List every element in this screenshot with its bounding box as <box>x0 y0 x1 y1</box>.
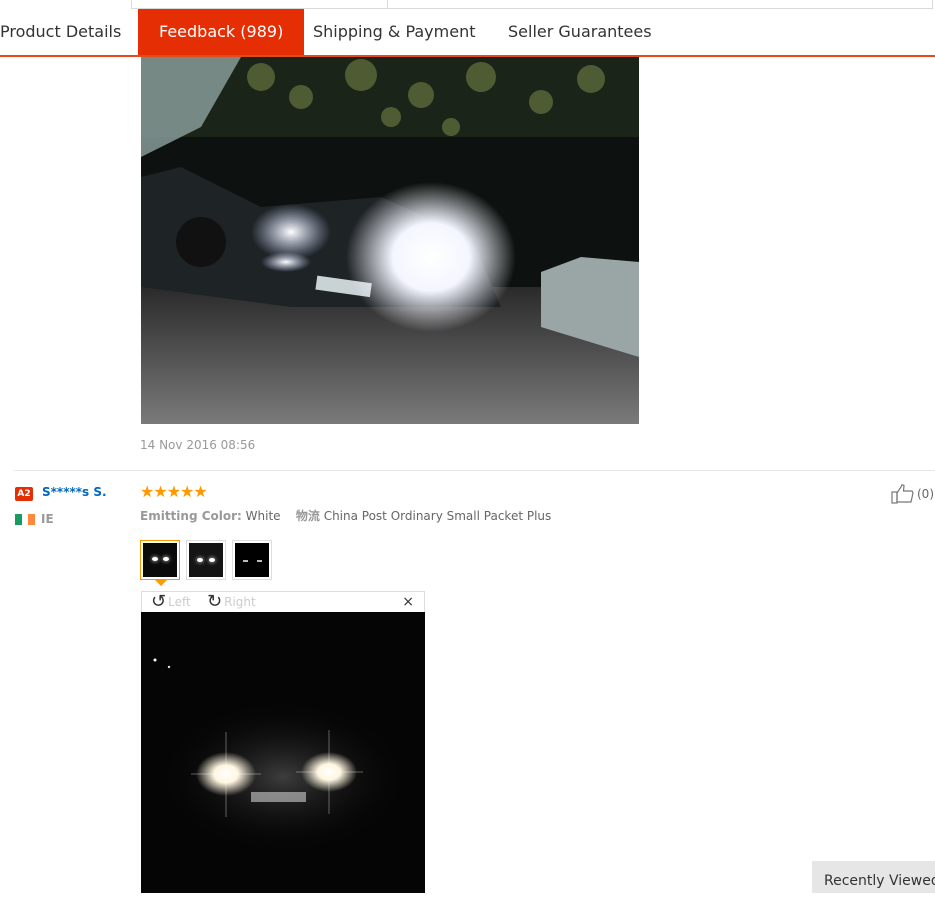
helpful-count: (0) <box>917 487 934 501</box>
recently-viewed-tab[interactable]: Recently Viewed <box>812 861 935 893</box>
tab-product-details[interactable]: Product Details <box>0 9 121 55</box>
review-divider <box>14 470 935 471</box>
country-flag-icon <box>15 514 36 525</box>
tab-bar: Product Details Feedback (989) Shipping … <box>0 9 935 57</box>
search-area-divider <box>387 0 388 8</box>
emitting-color-label: Emitting Color: <box>140 509 242 523</box>
rotate-right-icon: ↻ <box>207 591 223 612</box>
selected-thumbnail-pointer <box>155 580 167 586</box>
rotate-left-icon: ↺ <box>151 591 167 612</box>
buyer-name[interactable]: S*****s S. <box>42 485 107 499</box>
rating-stars: ★★★★★ <box>140 482 208 501</box>
rotate-left-label: Left <box>168 595 191 609</box>
rotate-right-button[interactable]: ↻ Right <box>207 593 256 611</box>
photo-viewer-toolbar: ↺ Left ↻ Right × <box>141 591 425 612</box>
emitting-color-value: White <box>245 509 281 523</box>
logistics-label: 物流 <box>295 509 320 523</box>
review-date: 14 Nov 2016 08:56 <box>140 438 256 452</box>
buyer-country: IE <box>41 512 54 526</box>
photo-thumbnails <box>140 540 272 580</box>
rotate-left-button[interactable]: ↺ Left <box>151 593 191 611</box>
thumbs-up-icon <box>891 484 914 504</box>
search-area-edge <box>131 0 933 9</box>
logistics-value: China Post Ordinary Small Packet Plus <box>323 509 552 523</box>
top-strip <box>0 0 935 9</box>
review-photo[interactable] <box>141 57 639 424</box>
expanded-review-photo[interactable] <box>141 612 425 893</box>
tab-feedback[interactable]: Feedback (989) <box>138 9 305 55</box>
buyer-level-badge: A2 <box>15 487 33 501</box>
order-attributes: Emitting Color: White 物流 China Post Ordi… <box>140 507 551 524</box>
photo-thumbnail[interactable] <box>186 540 226 580</box>
close-icon[interactable]: × <box>402 594 414 610</box>
rotate-right-label: Right <box>224 595 256 609</box>
tab-seller-guarantees[interactable]: Seller Guarantees <box>508 9 652 55</box>
helpful-button[interactable]: (0) <box>891 484 934 504</box>
photo-thumbnail[interactable] <box>232 540 272 580</box>
tab-shipping-payment[interactable]: Shipping & Payment <box>313 9 476 55</box>
photo-thumbnail[interactable] <box>140 540 180 580</box>
